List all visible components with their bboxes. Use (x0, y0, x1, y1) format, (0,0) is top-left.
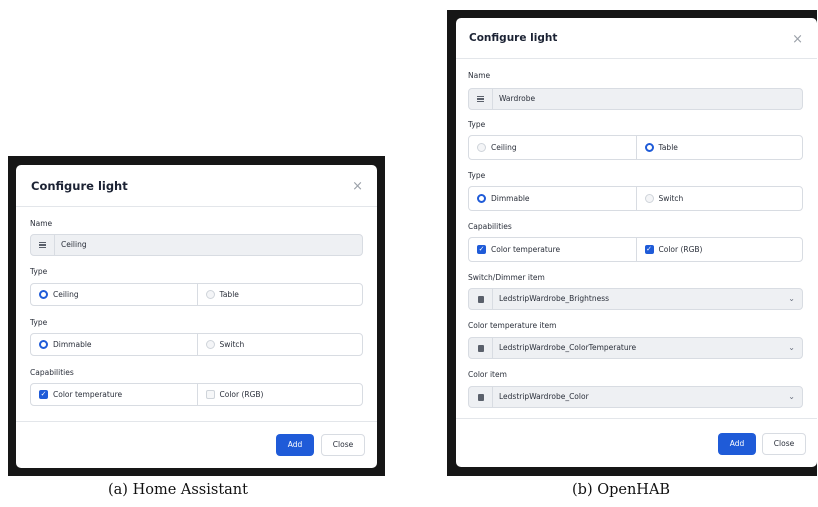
oh-color-item-value: LedstripWardrobe_Color (499, 392, 589, 401)
oh-type1-label: Type (468, 120, 486, 129)
oh-configure-light-dialog: Configure light × Name Wardrobe Type Cei… (456, 18, 817, 467)
oh-dialog-header: Configure light × (456, 18, 817, 59)
option-label: Switch (658, 194, 684, 203)
ha-name-field[interactable]: Ceiling (30, 234, 363, 256)
oh-name-value: Wardrobe (499, 94, 536, 103)
check-icon: ✓ (39, 390, 48, 399)
ha-name-label: Name (30, 219, 53, 228)
list-icon (469, 89, 493, 109)
ha-check-color-temperature[interactable]: ✓ Color temperature (31, 384, 197, 405)
close-icon[interactable]: × (352, 180, 363, 193)
oh-ct-item-select[interactable]: LedstripWardrobe_ColorTemperature ⌄ (468, 337, 803, 359)
check-icon: ✓ (644, 245, 654, 254)
oh-caption: (b) OpenHAB (572, 482, 671, 498)
ha-type1-label: Type (30, 267, 48, 276)
ha-capabilities-label: Capabilities (30, 368, 74, 377)
oh-dialog-footer: Add Close (456, 418, 817, 467)
ha-type2-group: Dimmable Switch (30, 333, 363, 356)
ha-configure-light-dialog: Configure light × Name Ceiling Type Ceil… (16, 165, 377, 468)
add-button[interactable]: Add (718, 433, 756, 455)
ha-type1-group: Ceiling Table (30, 283, 363, 306)
option-label: Color temperature (491, 245, 561, 254)
add-button[interactable]: Add (276, 434, 314, 456)
oh-capabilities-label: Capabilities (468, 222, 512, 231)
oh-name-field[interactable]: Wardrobe (468, 88, 803, 110)
radio-unselected-icon (205, 340, 215, 349)
radio-unselected-icon (205, 290, 215, 299)
ha-caption: (a) Home Assistant (108, 482, 248, 498)
oh-radio-table[interactable]: Table (635, 136, 803, 159)
option-label: Color temperature (53, 390, 123, 399)
oh-ct-item-value: LedstripWardrobe_ColorTemperature (499, 343, 637, 352)
option-label: Dimmable (491, 194, 530, 203)
radio-unselected-icon (477, 143, 486, 152)
radio-unselected-icon (644, 194, 654, 203)
ha-type2-label: Type (30, 318, 48, 327)
file-icon (469, 338, 493, 358)
check-icon: ✓ (477, 245, 486, 254)
oh-type1-group: Ceiling Table (468, 135, 803, 160)
close-button[interactable]: Close (762, 433, 806, 455)
chevron-down-icon: ⌄ (788, 343, 795, 352)
ha-dialog-title: Configure light (31, 179, 128, 193)
oh-type2-group: Dimmable Switch (468, 186, 803, 211)
oh-check-color-temperature[interactable]: ✓ Color temperature (469, 238, 636, 261)
oh-check-color-rgb[interactable]: ✓ Color (RGB) (635, 238, 803, 261)
radio-selected-icon (39, 340, 48, 349)
oh-switch-item-label: Switch/Dimmer item (468, 273, 545, 282)
option-label: Table (658, 143, 678, 152)
option-label: Table (219, 290, 239, 299)
option-label: Dimmable (53, 340, 92, 349)
oh-radio-dimmable[interactable]: Dimmable (469, 187, 636, 210)
ha-dialog-header: Configure light × (16, 165, 377, 207)
oh-switch-item-value: LedstripWardrobe_Brightness (499, 294, 610, 303)
oh-radio-switch[interactable]: Switch (635, 187, 803, 210)
oh-capabilities-group: ✓ Color temperature ✓ Color (RGB) (468, 237, 803, 262)
close-button[interactable]: Close (321, 434, 365, 456)
option-label: Ceiling (53, 290, 79, 299)
checkbox-empty-icon (205, 390, 215, 399)
oh-name-label: Name (468, 71, 491, 80)
oh-radio-ceiling[interactable]: Ceiling (469, 136, 636, 159)
ha-radio-switch[interactable]: Switch (196, 334, 363, 355)
chevron-down-icon: ⌄ (788, 392, 795, 401)
ha-check-color-rgb[interactable]: Color (RGB) (196, 384, 363, 405)
option-label: Ceiling (491, 143, 517, 152)
radio-selected-icon (644, 143, 654, 152)
chevron-down-icon: ⌄ (788, 294, 795, 303)
ha-radio-ceiling[interactable]: Ceiling (31, 284, 197, 305)
ha-capabilities-group: ✓ Color temperature Color (RGB) (30, 383, 363, 406)
ha-dialog-footer: Add Close (16, 421, 377, 468)
radio-selected-icon (39, 290, 48, 299)
oh-color-item-label: Color item (468, 370, 507, 379)
file-icon (469, 387, 493, 407)
oh-color-item-select[interactable]: LedstripWardrobe_Color ⌄ (468, 386, 803, 408)
oh-ct-item-label: Color temperature item (468, 321, 557, 330)
option-label: Color (RGB) (658, 245, 703, 254)
radio-selected-icon (477, 194, 486, 203)
close-icon[interactable]: × (792, 33, 803, 46)
option-label: Switch (219, 340, 245, 349)
oh-dialog-title: Configure light (469, 32, 558, 44)
ha-radio-dimmable[interactable]: Dimmable (31, 334, 197, 355)
ha-name-value: Ceiling (61, 240, 87, 249)
oh-switch-item-select[interactable]: LedstripWardrobe_Brightness ⌄ (468, 288, 803, 310)
list-icon (31, 235, 55, 255)
file-icon (469, 289, 493, 309)
ha-radio-table[interactable]: Table (196, 284, 363, 305)
option-label: Color (RGB) (219, 390, 264, 399)
oh-type2-label: Type (468, 171, 486, 180)
